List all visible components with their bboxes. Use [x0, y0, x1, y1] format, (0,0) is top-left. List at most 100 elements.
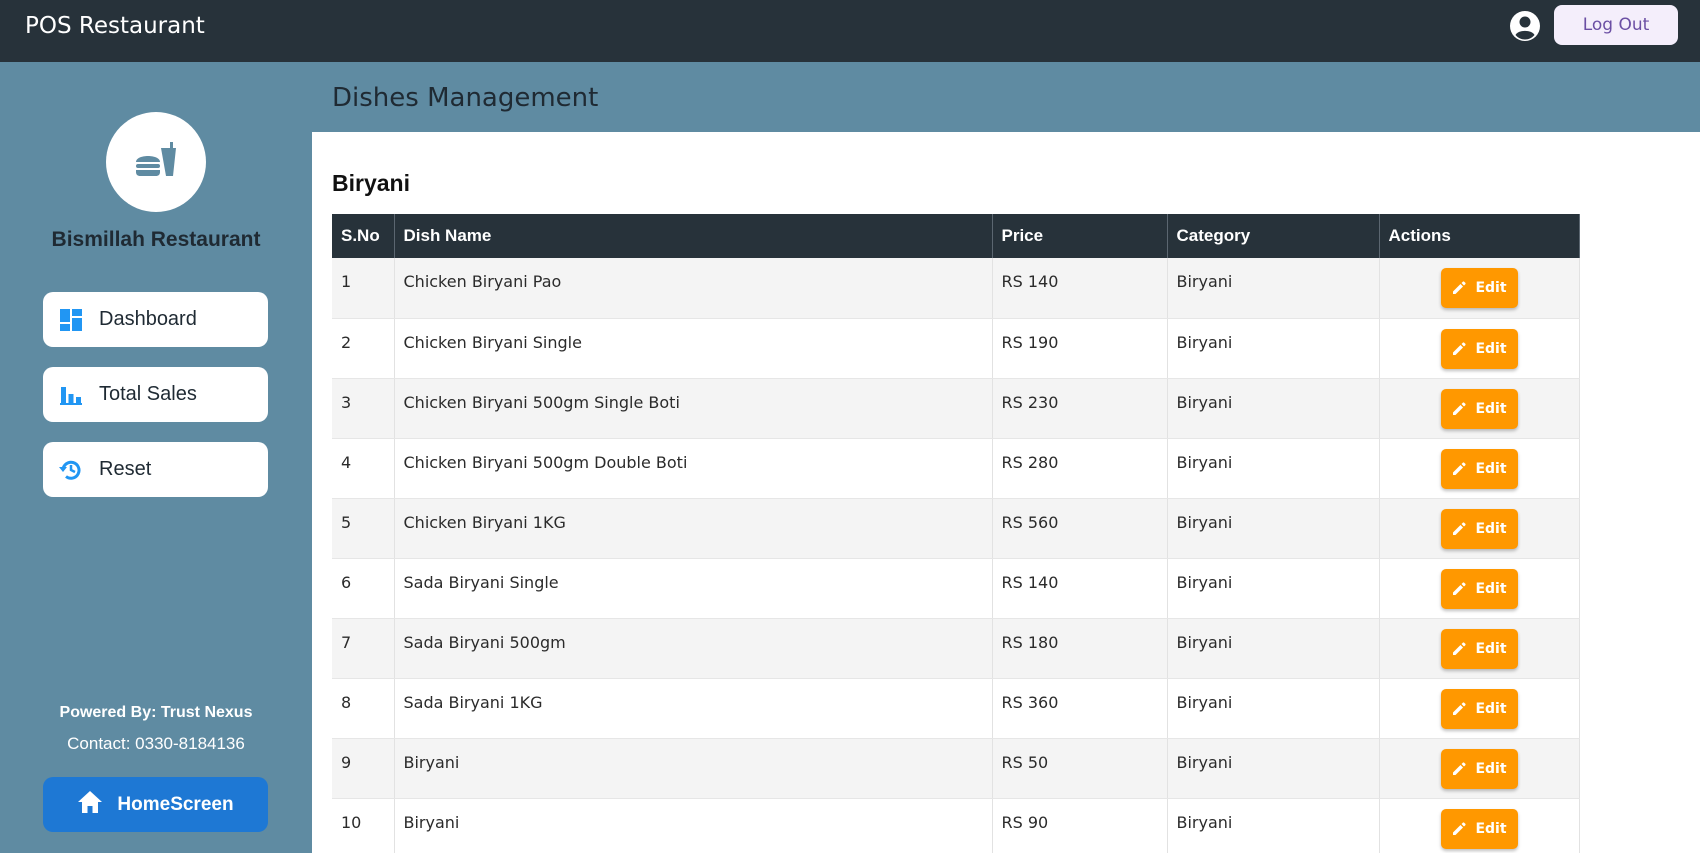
cell-actions: Edit — [1379, 678, 1580, 739]
cell-sno: 4 — [332, 438, 395, 499]
table-row: 1 Chicken Biryani Pao RS 140 Biryani Edit — [332, 258, 1580, 319]
home-icon — [77, 790, 103, 819]
page-title: Dishes Management — [332, 83, 599, 113]
edit-button[interactable]: Edit — [1440, 328, 1518, 369]
sidebar-item-label: Total Sales — [99, 383, 197, 405]
edit-button[interactable]: Edit — [1440, 508, 1518, 549]
cell-category: Biryani — [1167, 498, 1380, 559]
cell-category: Biryani — [1167, 678, 1380, 739]
edit-button[interactable]: Edit — [1440, 268, 1518, 308]
edit-button[interactable]: Edit — [1440, 568, 1518, 609]
app-title: POS Restaurant — [25, 13, 205, 39]
cell-dish-name: Biryani — [394, 738, 993, 799]
account-circle-icon[interactable] — [1509, 10, 1541, 42]
edit-button[interactable]: Edit — [1440, 808, 1518, 849]
cell-actions: Edit — [1379, 618, 1580, 679]
sidebar-item-total-sales[interactable]: Total Sales — [43, 367, 268, 422]
table-row: 5 Chicken Biryani 1KG RS 560 Biryani Edit — [332, 498, 1580, 559]
section-title: Biryani — [332, 170, 410, 196]
pencil-icon — [1451, 701, 1475, 717]
edit-button[interactable]: Edit — [1440, 688, 1518, 729]
cell-dish-name: Biryani — [394, 798, 993, 853]
edit-label: Edit — [1475, 580, 1507, 597]
edit-label: Edit — [1475, 400, 1507, 417]
cell-category: Biryani — [1167, 378, 1380, 439]
cell-category: Biryani — [1167, 438, 1380, 499]
pencil-icon — [1451, 761, 1475, 777]
edit-label: Edit — [1475, 700, 1507, 717]
column-header-price: Price — [992, 214, 1168, 258]
sidebar-item-label: Reset — [99, 458, 152, 480]
edit-button[interactable]: Edit — [1440, 388, 1518, 429]
column-header-actions: Actions — [1379, 214, 1580, 258]
contact-text: Contact: 0330-8184136 — [67, 734, 245, 753]
cell-dish-name: Chicken Biryani 1KG — [394, 498, 993, 559]
cell-sno: 3 — [332, 378, 395, 439]
edit-button[interactable]: Edit — [1440, 448, 1518, 489]
edit-label: Edit — [1475, 460, 1507, 477]
fastfood-icon — [132, 136, 180, 189]
cell-sno: 7 — [332, 618, 395, 679]
sidebar: Bismillah Restaurant Dashboard Total Sal… — [0, 62, 312, 853]
pencil-icon — [1451, 401, 1475, 417]
cell-dish-name: Chicken Biryani Pao — [394, 258, 993, 319]
restaurant-logo — [106, 112, 206, 212]
cell-price: RS 90 — [992, 798, 1168, 853]
edit-label: Edit — [1475, 820, 1507, 837]
column-header-dish-name: Dish Name — [394, 214, 993, 258]
main-content: Biryani S.No Dish Name Price Category Ac… — [312, 132, 1700, 853]
homescreen-button[interactable]: HomeScreen — [43, 777, 268, 832]
cell-category: Biryani — [1167, 618, 1380, 679]
cell-sno: 5 — [332, 498, 395, 559]
pencil-icon — [1451, 280, 1475, 296]
cell-actions: Edit — [1379, 258, 1580, 319]
table-row: 10 Biryani RS 90 Biryani Edit — [332, 798, 1580, 853]
cell-price: RS 140 — [992, 558, 1168, 619]
cell-dish-name: Chicken Biryani 500gm Double Boti — [394, 438, 993, 499]
cell-actions: Edit — [1379, 318, 1580, 379]
cell-category: Biryani — [1167, 258, 1380, 319]
table-row: 6 Sada Biryani Single RS 140 Biryani Edit — [332, 558, 1580, 619]
edit-label: Edit — [1475, 520, 1507, 537]
cell-price: RS 50 — [992, 738, 1168, 799]
cell-price: RS 280 — [992, 438, 1168, 499]
pencil-icon — [1451, 581, 1475, 597]
cell-price: RS 140 — [992, 258, 1168, 319]
cell-sno: 8 — [332, 678, 395, 739]
sidebar-item-label: Dashboard — [99, 308, 197, 330]
edit-button[interactable]: Edit — [1440, 748, 1518, 789]
sidebar-item-reset[interactable]: Reset — [43, 442, 268, 497]
cell-category: Biryani — [1167, 558, 1380, 619]
cell-price: RS 180 — [992, 618, 1168, 679]
cell-sno: 6 — [332, 558, 395, 619]
cell-dish-name: Sada Biryani 500gm — [394, 618, 993, 679]
cell-actions: Edit — [1379, 738, 1580, 799]
bar-chart-icon — [57, 381, 85, 409]
cell-dish-name: Sada Biryani Single — [394, 558, 993, 619]
edit-label: Edit — [1475, 760, 1507, 777]
cell-sno: 2 — [332, 318, 395, 379]
logout-button[interactable]: Log Out — [1554, 5, 1678, 45]
cell-actions: Edit — [1379, 378, 1580, 439]
edit-label: Edit — [1475, 280, 1507, 296]
cell-dish-name: Chicken Biryani 500gm Single Boti — [394, 378, 993, 439]
dashboard-icon — [57, 306, 85, 334]
edit-label: Edit — [1475, 640, 1507, 657]
edit-button[interactable]: Edit — [1440, 628, 1518, 669]
table-row: 2 Chicken Biryani Single RS 190 Biryani Edit — [332, 318, 1580, 379]
pencil-icon — [1451, 641, 1475, 657]
homescreen-label: HomeScreen — [117, 793, 234, 815]
cell-price: RS 560 — [992, 498, 1168, 559]
cell-dish-name: Chicken Biryani Single — [394, 318, 993, 379]
dishes-table: S.No Dish Name Price Category Actions 1C… — [332, 214, 1580, 853]
cell-dish-name: Sada Biryani 1KG — [394, 678, 993, 739]
cell-price: RS 190 — [992, 318, 1168, 379]
table-header-row: S.No Dish Name Price Category Actions — [332, 214, 1580, 258]
table-row: 3 Chicken Biryani 500gm Single Boti RS 230… — [332, 378, 1580, 439]
cell-category: Biryani — [1167, 798, 1380, 853]
cell-sno: 1 — [332, 258, 395, 319]
table-row: 4 Chicken Biryani 500gm Double Boti RS 280… — [332, 438, 1580, 499]
top-bar: POS Restaurant Log Out — [0, 0, 1700, 62]
sidebar-item-dashboard[interactable]: Dashboard — [43, 292, 268, 347]
cell-category: Biryani — [1167, 318, 1380, 379]
